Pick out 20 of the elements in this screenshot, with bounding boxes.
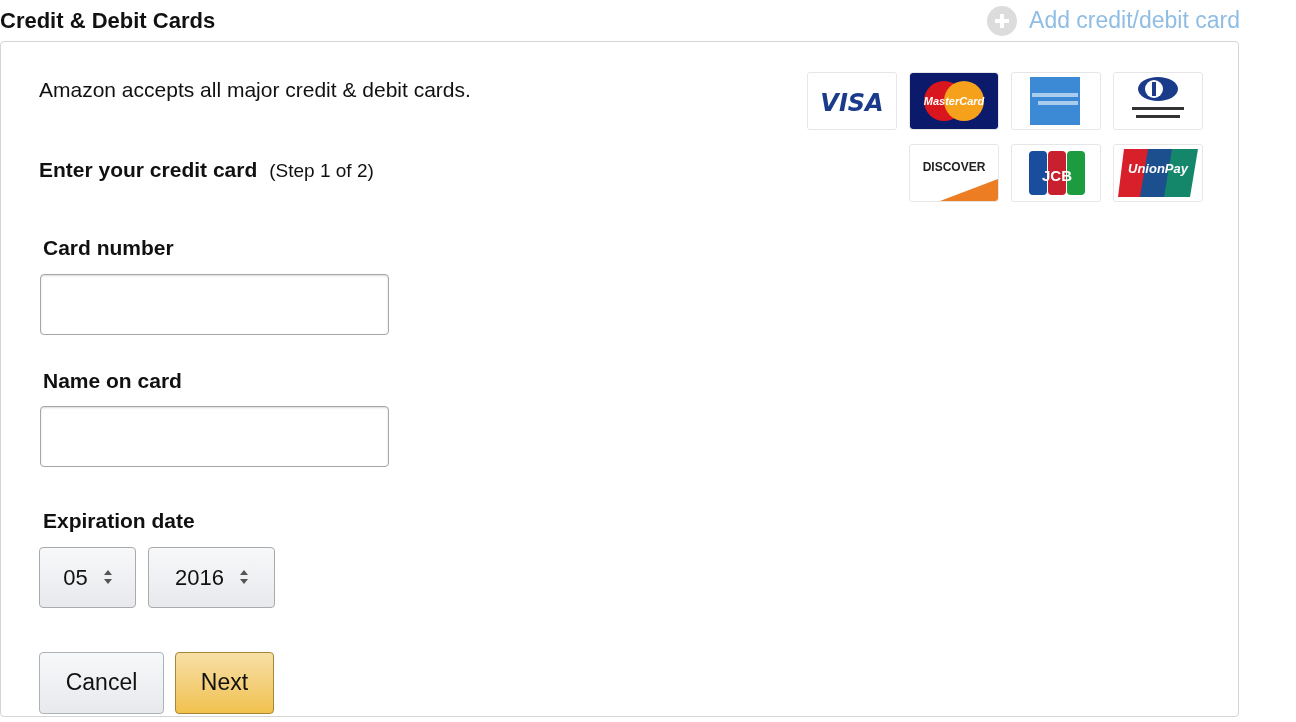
year-select[interactable]: 2016 — [148, 546, 275, 608]
month-select[interactable]: 05 — [39, 546, 136, 608]
form-heading: Enter your credit card — [39, 156, 258, 183]
card-logo-icon — [1113, 72, 1203, 130]
input-field[interactable] — [40, 406, 389, 467]
plus-icon — [987, 5, 1018, 36]
input-field[interactable] — [40, 273, 389, 335]
card-logo-icon — [1011, 72, 1101, 130]
field-label: Card number — [42, 235, 175, 261]
sort-icon — [239, 570, 248, 584]
sort-icon — [103, 570, 112, 584]
field-label: Name on card — [42, 367, 183, 394]
section-title: Credit & Debit Cards — [0, 7, 216, 35]
next-button[interactable]: Next — [175, 651, 274, 714]
field-label: Expiration date — [42, 508, 196, 534]
card-logo-icon: DISCOVER — [909, 144, 999, 202]
card-logo-icon: VISA — [807, 72, 897, 130]
cancel-button[interactable]: Cancel — [39, 651, 164, 714]
intro-text: Amazon accepts all major credit & debit cards. — [39, 77, 471, 103]
step-text: (Step 1 of 2) — [269, 158, 374, 183]
